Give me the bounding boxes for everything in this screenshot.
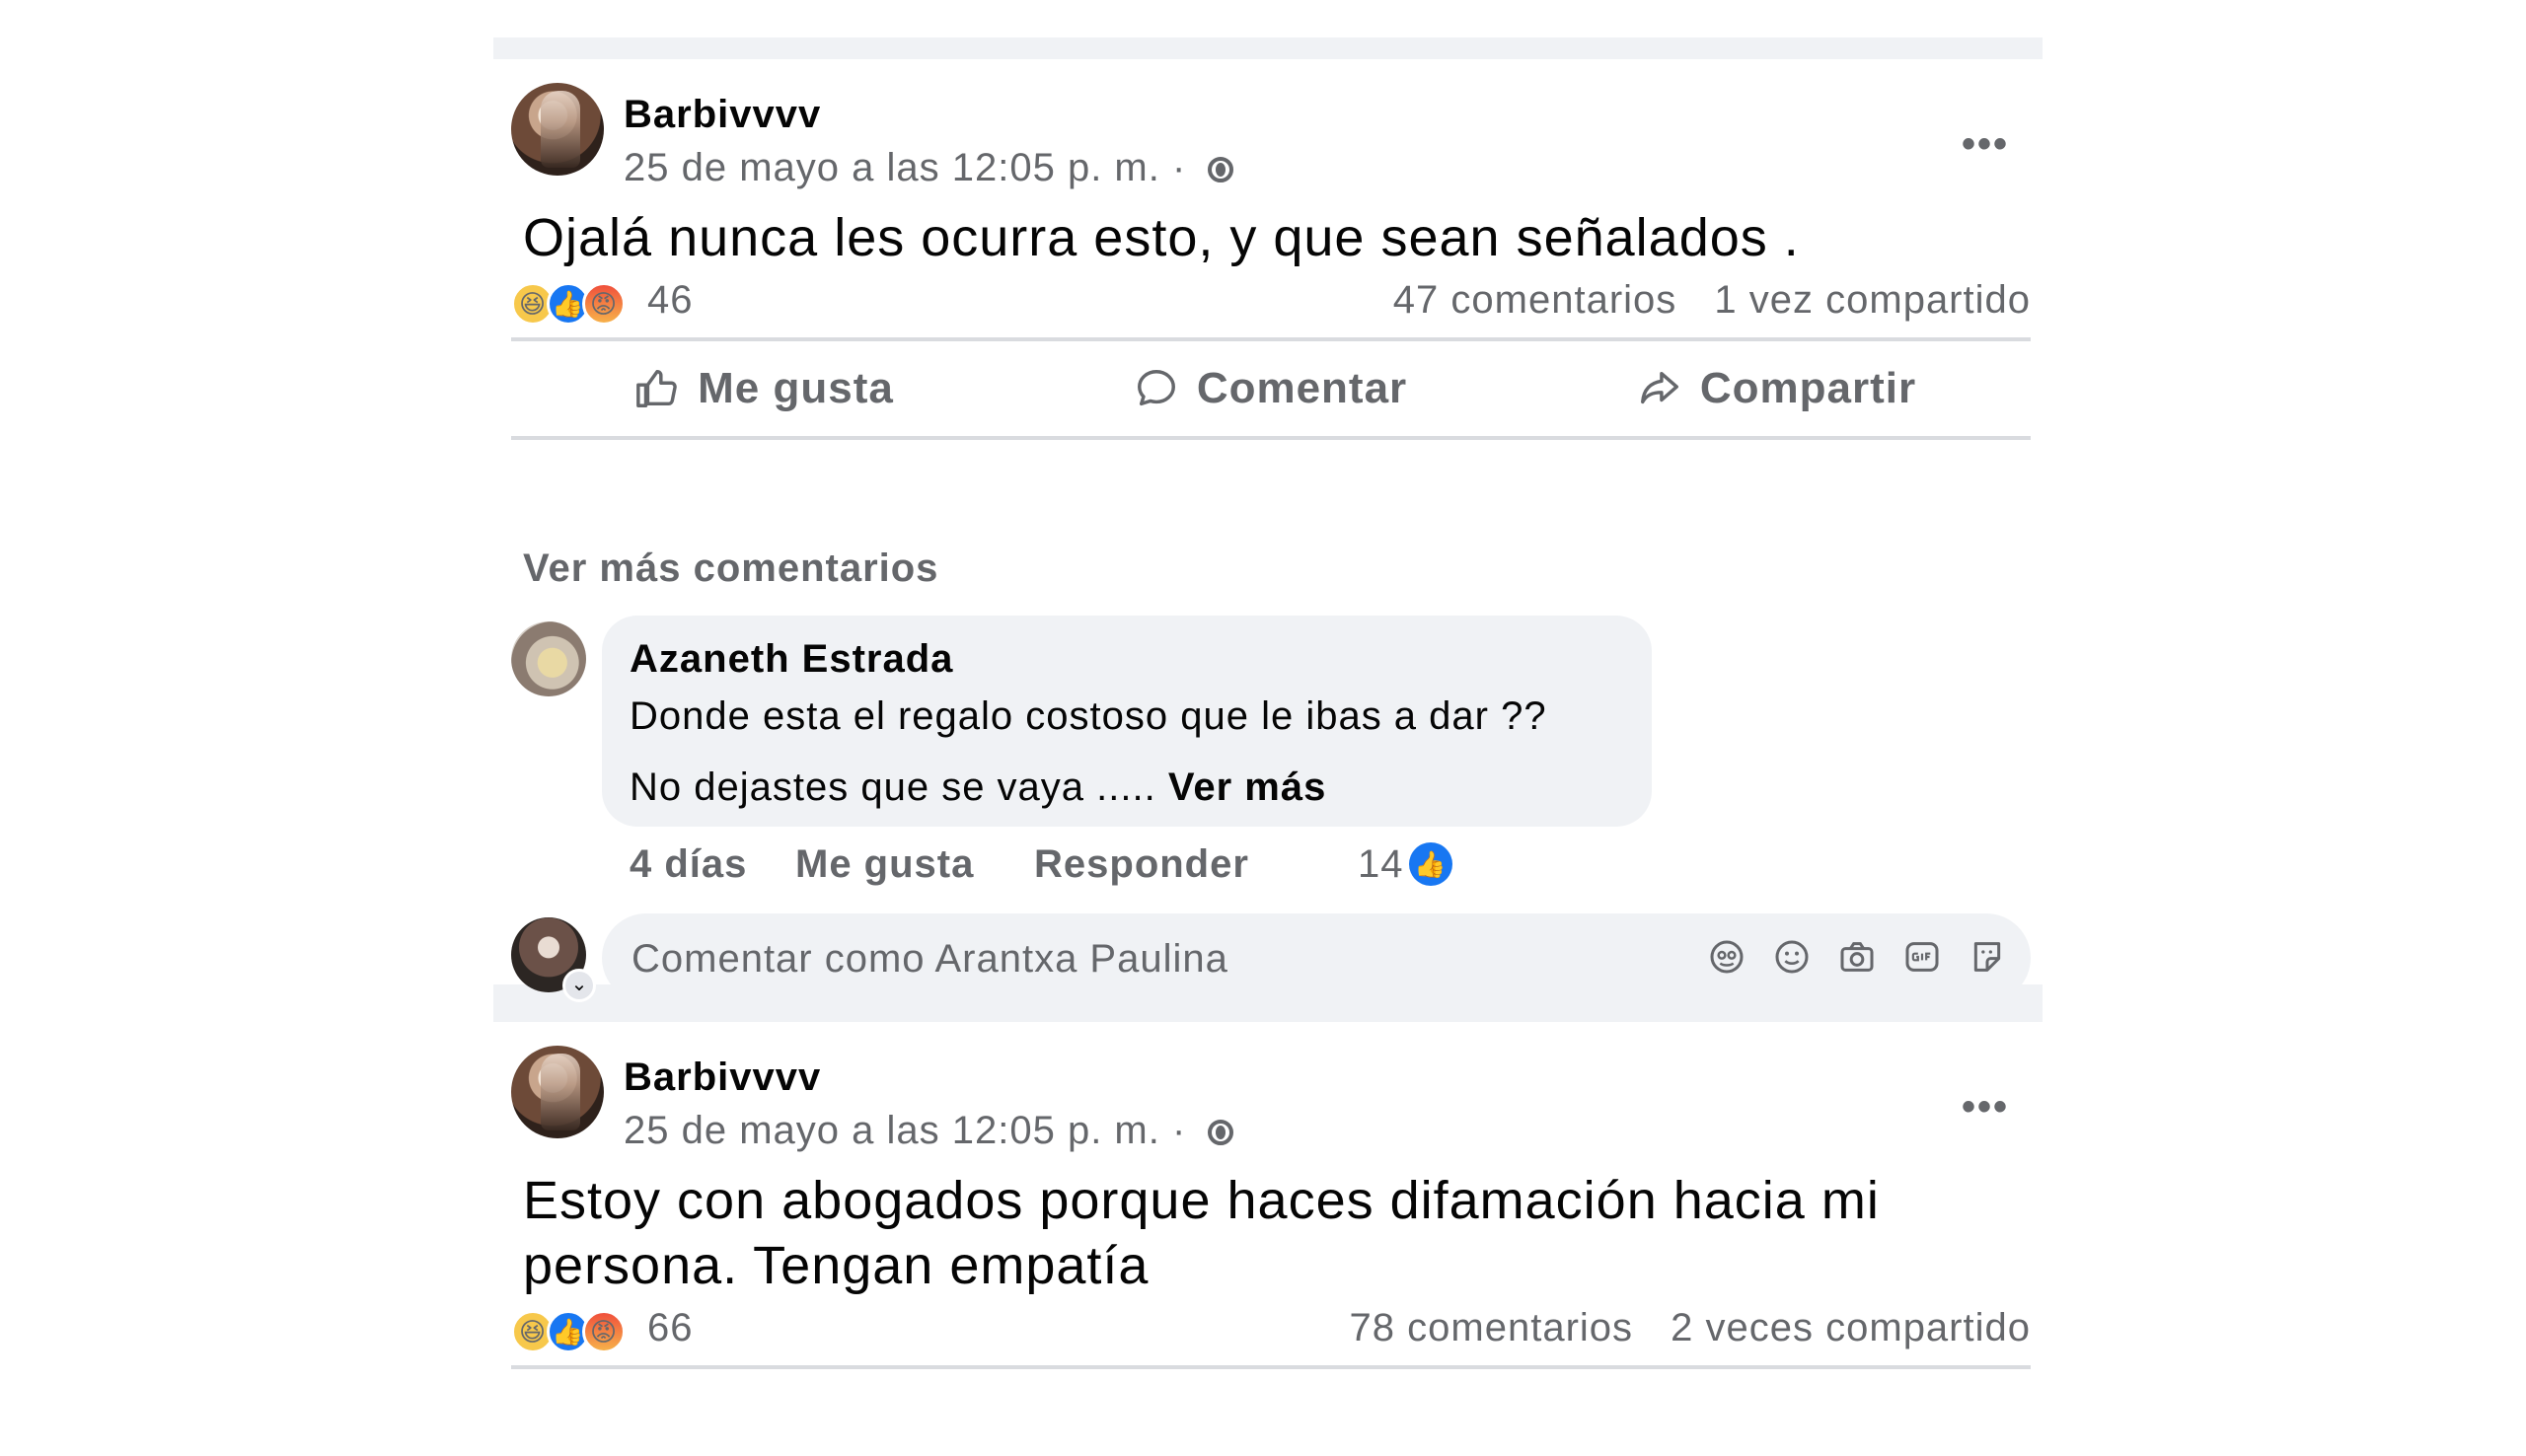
author-name[interactable]: Barbivvvv xyxy=(624,93,821,137)
post: Barbivvvv 25 de mayo a las 12:05 p. m. ·… xyxy=(493,59,2043,1004)
reactions-summary[interactable]: 😆 👍 😡 xyxy=(511,282,649,326)
share-button[interactable]: Compartir xyxy=(1523,341,2030,436)
comment-reply-button[interactable]: Responder xyxy=(1034,842,1249,887)
shares-count[interactable]: 1 vez compartido xyxy=(1714,278,2031,322)
post-text: Ojalá nunca les ocurra esto, y que sean … xyxy=(523,208,1800,267)
comment-text-line: Donde esta el regalo costoso que le ibas… xyxy=(630,694,1547,738)
sticker-icon[interactable] xyxy=(1966,935,2009,979)
comment-input[interactable] xyxy=(630,913,1620,1004)
author-avatar[interactable] xyxy=(511,1046,604,1138)
comment-like-button[interactable]: Me gusta xyxy=(795,842,974,887)
comment-bubble: Azaneth Estrada Donde esta el regalo cos… xyxy=(602,616,1652,827)
globe-icon xyxy=(1208,157,1234,182)
like-reaction-icon: 👍 xyxy=(1409,842,1452,886)
feed: Barbivvvv 25 de mayo a las 12:05 p. m. ·… xyxy=(493,37,2043,1456)
thumbs-up-icon xyxy=(636,370,677,407)
post-stats: 😆 👍 😡 66 78 comentarios 2 veces comparti… xyxy=(511,1302,2031,1361)
comment-button[interactable]: Comentar xyxy=(1017,341,1523,436)
reaction-count[interactable]: 66 xyxy=(647,1306,694,1350)
see-more-comments-link[interactable]: Ver más comentarios xyxy=(523,546,938,591)
author-avatar[interactable] xyxy=(511,83,604,176)
comment-author[interactable]: Azaneth Estrada xyxy=(630,637,953,682)
see-more-link[interactable]: Ver más xyxy=(1168,765,1326,809)
post-header: Barbivvvv 25 de mayo a las 12:05 p. m. ·… xyxy=(511,83,2031,189)
post-meta: 25 de mayo a las 12:05 p. m. · xyxy=(624,146,1234,190)
camera-icon[interactable] xyxy=(1835,935,1879,979)
gif-icon[interactable] xyxy=(1900,935,1944,979)
feed-top-separator xyxy=(493,37,2043,59)
post-text: Estoy con abogados porque haces difamaci… xyxy=(523,1171,1880,1295)
share-button-label: Compartir xyxy=(1699,364,1917,412)
emoji-icon[interactable] xyxy=(1770,935,1814,979)
comment-button-label: Comentar xyxy=(1196,364,1408,412)
post-meta: 25 de mayo a las 12:05 p. m. · xyxy=(624,1109,1234,1153)
comment-text-line: No dejastes que se vaya ..... Ver más xyxy=(630,765,1326,810)
post-stats: 😆 👍 😡 46 47 comentarios 1 vez compartido xyxy=(511,274,2031,333)
angry-reaction-icon: 😡 xyxy=(582,1310,626,1353)
avatar-sticker-icon[interactable] xyxy=(1705,935,1748,979)
comment-text-truncated: No dejastes que se vaya ..... xyxy=(630,765,1156,809)
reactions-summary[interactable]: 😆 👍 😡 xyxy=(511,1310,649,1353)
comments-count[interactable]: 78 comentarios xyxy=(1350,1306,1633,1349)
comment-time[interactable]: 4 días xyxy=(630,842,747,887)
post: Barbivvvv 25 de mayo a las 12:05 p. m. ·… xyxy=(493,1022,2043,1456)
post-stats-right: 47 comentarios 1 vez compartido xyxy=(1368,278,2031,323)
commenter-avatar[interactable] xyxy=(511,621,586,696)
angry-reaction-icon: 😡 xyxy=(582,282,626,326)
post-actions: Me gusta Comentar Compartir xyxy=(511,341,2031,436)
post-stats-right: 78 comentarios 2 veces compartido xyxy=(1324,1306,2031,1350)
divider xyxy=(511,436,2031,440)
share-icon xyxy=(1640,371,1678,404)
author-name[interactable]: Barbivvvv xyxy=(624,1056,821,1100)
composer-tools xyxy=(1705,935,2009,981)
comment-composer xyxy=(602,913,2031,1004)
comment-like-count[interactable]: 14 xyxy=(1358,842,1404,887)
shares-count[interactable]: 2 veces compartido xyxy=(1671,1306,2031,1349)
like-button[interactable]: Me gusta xyxy=(511,341,1017,436)
post-timestamp[interactable]: 25 de mayo a las 12:05 p. m. · xyxy=(624,1109,1186,1152)
more-options-button[interactable]: ••• xyxy=(1962,122,2009,167)
comments-count[interactable]: 47 comentarios xyxy=(1393,278,1676,322)
comment-icon xyxy=(1137,370,1175,406)
like-button-label: Me gusta xyxy=(698,364,894,412)
globe-icon xyxy=(1208,1120,1234,1145)
post-timestamp[interactable]: 25 de mayo a las 12:05 p. m. · xyxy=(624,146,1186,189)
more-options-button[interactable]: ••• xyxy=(1962,1085,2009,1129)
divider xyxy=(511,1365,2031,1369)
chevron-down-icon[interactable]: ⌄ xyxy=(562,969,596,1002)
reaction-count[interactable]: 46 xyxy=(647,278,694,323)
post-header: Barbivvvv 25 de mayo a las 12:05 p. m. ·… xyxy=(511,1046,2031,1152)
